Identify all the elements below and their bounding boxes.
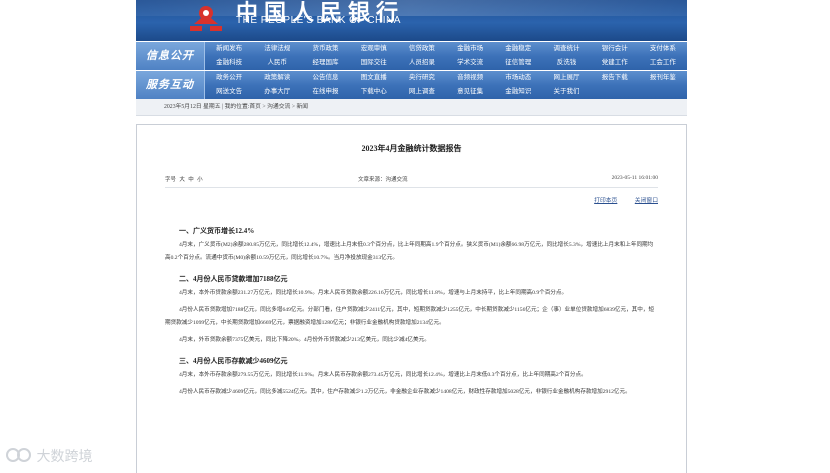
font-size-label: 字号 [165, 177, 177, 183]
paragraph: 4月份人民币存款减少4609亿元，同比多减5524亿元。其中，住户存款减少1.2… [179, 389, 631, 395]
article-source: 文章来源：沟通交流 [358, 177, 408, 183]
nav-item[interactable]: 市场动态 [494, 71, 542, 85]
nav-group-service: 服务互动 政务公开 政策解读 公告信息 图文直播 央行研究 音频视频 市场动态 … [136, 71, 687, 99]
nav-item[interactable]: 支付体系 [639, 42, 687, 56]
breadcrumb[interactable]: 2023年5月12日 星期五 | 我的位置:首页 > 沟通交流 > 新闻 [136, 99, 687, 116]
nav-item[interactable]: 新闻发布 [205, 42, 253, 56]
article-body: 一、广义货币增长12.4% 4月末，广义货币(M2)余额280.85万亿元，同比… [165, 217, 658, 403]
nav-item[interactable]: 下载中心 [350, 85, 398, 99]
nav-item[interactable]: 经理国库 [301, 56, 349, 70]
nav-item[interactable]: 学术交流 [446, 56, 494, 70]
meta-divider [165, 187, 658, 188]
nav-item[interactable]: 征信管理 [494, 56, 542, 70]
nav-item[interactable]: 金融市场 [446, 42, 494, 56]
nav-item[interactable]: 网送文告 [205, 85, 253, 99]
font-size-switcher: 字号 大 中 小 [165, 175, 203, 183]
nav-group-label-info: 信息公开 [136, 42, 205, 70]
nav-item[interactable]: 宏观审慎 [350, 42, 398, 56]
nav-group-info: 信息公开 新闻发布 法律法规 货币政策 宏观审慎 信贷政策 金融市场 金融稳定 … [136, 42, 687, 70]
nav-item[interactable]: 在线申报 [301, 85, 349, 99]
nav-item[interactable]: 网上展厅 [542, 71, 590, 85]
nav-item[interactable]: 意见征集 [446, 85, 494, 99]
nav-item[interactable]: 工会工作 [639, 56, 687, 70]
font-size-large-link[interactable]: 大 [179, 177, 185, 183]
watermark-logo-icon [6, 448, 31, 462]
paragraph: 4月份人民币贷款增加7188亿元，同比多增649亿元。分部门看，住户贷款减少24… [165, 307, 655, 326]
logo-english-text: THE PEOPLE'S BANK OF CHINA [236, 15, 401, 26]
nav-item[interactable]: 报告下载 [591, 71, 639, 85]
nav-item[interactable]: 办事大厅 [253, 85, 301, 99]
nav-item[interactable]: 人员招录 [398, 56, 446, 70]
pboc-logo-icon[interactable] [186, 2, 226, 32]
watermark-text: 大数跨境 [36, 449, 93, 465]
nav-item[interactable]: 银行会计 [591, 42, 639, 56]
nav-item[interactable]: 金融稳定 [494, 42, 542, 56]
watermark: 大数跨境 [6, 446, 92, 466]
paragraph: 4月末，本外币存款余额279.55万亿元，同比增长11.9%。月末人民币存款余额… [179, 372, 587, 378]
nav-item[interactable]: 法律法规 [253, 42, 301, 56]
paragraph: 4月末，本外币贷款余额231.27万亿元，同比增长10.9%。月末人民币贷款余额… [179, 290, 568, 296]
nav-item[interactable]: 音频视频 [446, 71, 494, 85]
font-size-medium-link[interactable]: 中 [188, 177, 194, 183]
nav-item[interactable]: 反洗钱 [542, 56, 590, 70]
nav-item[interactable]: 政务公开 [205, 71, 253, 85]
section-heading: 三、4月份人民币存款减少4609亿元 [179, 357, 288, 365]
nav-item[interactable]: 国际交往 [350, 56, 398, 70]
nav-item[interactable]: 金融科技 [205, 56, 253, 70]
nav-item[interactable]: 网上调查 [398, 85, 446, 99]
nav-item[interactable]: 关于我们 [542, 85, 590, 99]
article-date: 2023-05-11 16:01:00 [611, 175, 658, 181]
nav-item[interactable]: 金融知识 [494, 85, 542, 99]
close-window-link[interactable]: 关闭窗口 [635, 198, 658, 204]
article-title: 2023年4月金融统计数据报告 [361, 144, 462, 153]
nav-item[interactable]: 调查统计 [542, 42, 590, 56]
nav-item[interactable]: 货币政策 [301, 42, 349, 56]
paragraph: 4月末，广义货币(M2)余额280.85万亿元，同比增长12.4%，增速比上月末… [165, 242, 654, 261]
page-frame: 中国人民银行 THE PEOPLE'S BANK OF CHINA 信息公开 新… [136, 0, 687, 116]
nav-item[interactable]: 央行研究 [398, 71, 446, 85]
font-size-small-link[interactable]: 小 [197, 177, 203, 183]
section-heading: 二、4月份人民币贷款增加7188亿元 [179, 275, 288, 283]
nav-item[interactable]: 政策解读 [253, 71, 301, 85]
nav-item[interactable]: 信贷政策 [398, 42, 446, 56]
nav-item[interactable]: 党建工作 [591, 56, 639, 70]
print-page-link[interactable]: 打印本页 [594, 198, 617, 204]
nav-group-label-service: 服务互动 [136, 71, 205, 99]
nav-item[interactable]: 人民币 [253, 56, 301, 70]
article-tools: 打印本页 关闭窗口 [578, 195, 658, 204]
article-panel: 2023年4月金融统计数据报告 字号 大 中 小 文章来源：沟通交流 2023-… [136, 124, 687, 473]
nav-item[interactable]: 报刊年鉴 [639, 71, 687, 85]
section-heading: 一、广义货币增长12.4% [179, 227, 255, 235]
nav-item[interactable]: 图文直播 [350, 71, 398, 85]
site-banner: 中国人民银行 THE PEOPLE'S BANK OF CHINA [136, 0, 687, 41]
nav-item[interactable]: 公告信息 [301, 71, 349, 85]
paragraph: 4月末，外币贷款余额7375亿美元，同比下降20%。4月份外币贷款减少213亿美… [179, 337, 430, 343]
article-meta: 字号 大 中 小 文章来源：沟通交流 2023-05-11 16:01:00 [165, 175, 658, 185]
